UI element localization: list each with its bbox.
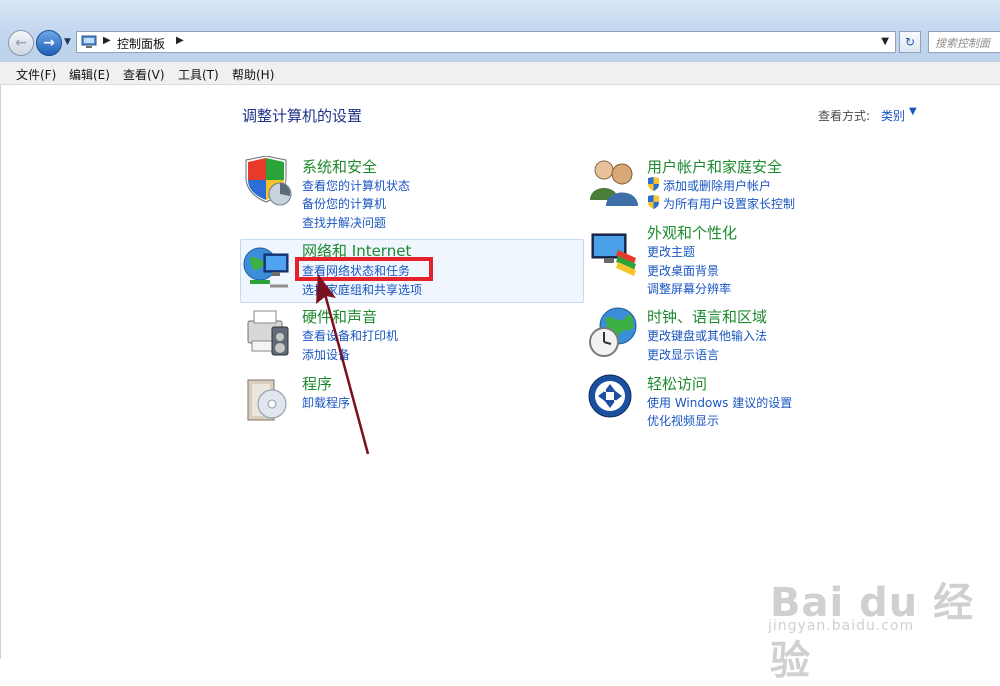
user-accounts-icon bbox=[590, 160, 638, 206]
link-change-display-language[interactable]: 更改显示语言 bbox=[647, 346, 719, 363]
link-troubleshoot[interactable]: 查找并解决问题 bbox=[302, 214, 386, 231]
link-recommended-settings[interactable]: 使用 Windows 建议的设置 bbox=[647, 394, 792, 411]
link-add-remove-users[interactable]: 添加或删除用户帐户 bbox=[663, 177, 771, 194]
clock-globe-icon bbox=[589, 307, 637, 357]
menu-help[interactable]: 帮助(H) bbox=[232, 66, 274, 83]
ease-of-access-icon bbox=[588, 374, 632, 418]
system-security-shield-icon bbox=[245, 156, 292, 206]
menu-file[interactable]: 文件(F) bbox=[16, 66, 56, 83]
link-backup-computer[interactable]: 备份您的计算机 bbox=[302, 195, 386, 212]
address-bar[interactable]: ▶ 控制面板 ▶ ▼ bbox=[76, 31, 896, 53]
menu-view[interactable]: 查看(V) bbox=[123, 66, 165, 83]
breadcrumb-separator-icon[interactable]: ▶ bbox=[176, 35, 184, 46]
back-button[interactable]: ← bbox=[8, 30, 34, 56]
menu-tools[interactable]: 工具(T) bbox=[178, 66, 219, 83]
category-title-system-security[interactable]: 系统和安全 bbox=[302, 156, 377, 177]
menu-edit[interactable]: 编辑(E) bbox=[69, 66, 110, 83]
window-chrome: ← → ▼ ▶ 控制面板 ▶ ▼ ↻ 搜索控制面 bbox=[0, 0, 1000, 62]
refresh-icon: ↻ bbox=[904, 35, 916, 49]
uac-shield-icon bbox=[648, 195, 659, 209]
view-by-caret-icon[interactable]: ▼ bbox=[909, 106, 917, 117]
category-title-user-accounts[interactable]: 用户帐户和家庭安全 bbox=[647, 156, 782, 177]
link-screen-resolution[interactable]: 调整屏幕分辨率 bbox=[647, 280, 731, 297]
link-view-computer-status[interactable]: 查看您的计算机状态 bbox=[302, 177, 410, 194]
control-panel-icon bbox=[81, 35, 97, 48]
appearance-monitor-icon bbox=[591, 233, 636, 276]
search-input[interactable]: 搜索控制面 bbox=[928, 31, 1000, 53]
category-title-ease-of-access[interactable]: 轻松访问 bbox=[647, 373, 707, 394]
link-change-input-methods[interactable]: 更改键盘或其他输入法 bbox=[647, 327, 767, 344]
link-change-theme[interactable]: 更改主题 bbox=[647, 243, 695, 260]
annotation-arrow-icon bbox=[316, 274, 370, 455]
recent-pages-dropdown-icon[interactable]: ▼ bbox=[64, 37, 71, 47]
page-title: 调整计算机的设置 bbox=[242, 107, 363, 125]
link-parental-controls[interactable]: 为所有用户设置家长控制 bbox=[663, 195, 795, 212]
forward-arrow-icon: → bbox=[43, 35, 55, 51]
uac-shield-icon bbox=[648, 177, 659, 191]
link-optimize-visual-display[interactable]: 优化视频显示 bbox=[647, 412, 719, 429]
breadcrumb-separator-icon[interactable]: ▶ bbox=[103, 35, 111, 46]
network-globe-icon bbox=[243, 247, 289, 288]
breadcrumb-control-panel[interactable]: 控制面板 bbox=[117, 35, 165, 52]
forward-button[interactable]: → bbox=[36, 30, 62, 56]
view-by-dropdown[interactable]: 类别 bbox=[881, 107, 905, 124]
category-title-appearance[interactable]: 外观和个性化 bbox=[647, 222, 737, 243]
refresh-button[interactable]: ↻ bbox=[899, 31, 921, 53]
view-by-label: 查看方式: bbox=[818, 109, 871, 123]
link-change-desktop-background[interactable]: 更改桌面背景 bbox=[647, 262, 719, 279]
menu-bar: 文件(F) 编辑(E) 查看(V) 工具(T) 帮助(H) bbox=[0, 62, 1000, 85]
watermark-url: jingyan.baidu.com bbox=[768, 618, 915, 634]
address-dropdown-icon[interactable]: ▼ bbox=[881, 36, 889, 47]
category-title-clock-language-region[interactable]: 时钟、语言和区域 bbox=[647, 306, 767, 327]
programs-box-icon bbox=[247, 379, 287, 421]
back-arrow-icon: ← bbox=[15, 35, 27, 51]
hardware-printer-icon bbox=[247, 310, 289, 356]
